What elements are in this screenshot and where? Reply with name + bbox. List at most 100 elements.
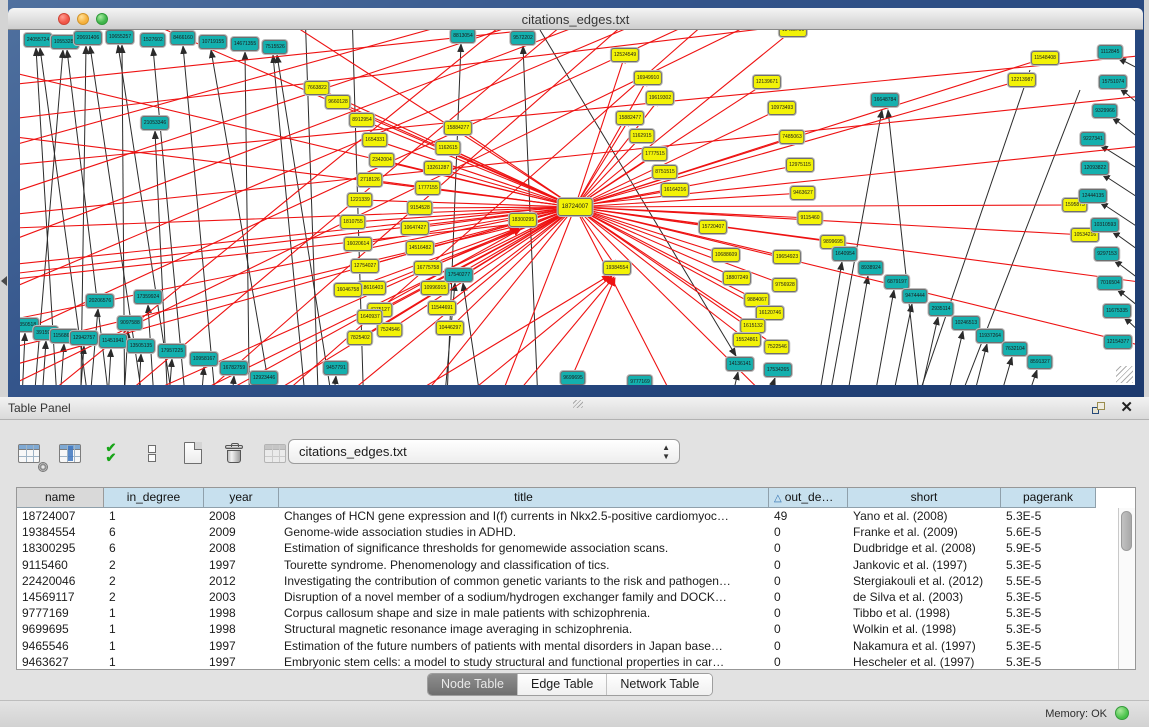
cell-name[interactable]: 22420046 [17, 573, 104, 589]
network-node[interactable]: 12093822 [1081, 161, 1109, 175]
cell-out_degree[interactable]: 0 [769, 573, 848, 589]
network-node[interactable]: 7515526 [262, 40, 287, 54]
network-node[interactable]: 9699695 [560, 371, 585, 385]
cell-in_degree[interactable]: 1 [104, 621, 204, 637]
network-node[interactable]: 16648784 [871, 93, 899, 107]
cell-year[interactable]: 2008 [204, 508, 279, 524]
table-row[interactable]: 1938455462009Genome-wide association stu… [17, 524, 1117, 540]
network-node[interactable]: 1777155 [415, 181, 440, 195]
cell-year[interactable]: 1998 [204, 621, 279, 637]
network-node[interactable]: 9227341 [1080, 132, 1105, 146]
network-node[interactable]: 1640937 [357, 310, 382, 324]
create-new-column-icon[interactable] [178, 438, 208, 468]
network-node[interactable]: 17540277 [445, 268, 473, 282]
column-header-pagerank[interactable]: pagerank [1001, 488, 1096, 508]
cell-in_degree[interactable]: 2 [104, 573, 204, 589]
network-node[interactable]: 7522546 [764, 340, 789, 354]
show-columns-icon[interactable] [55, 438, 85, 468]
tab-edge-table[interactable]: Edge Table [518, 674, 607, 695]
cell-title[interactable]: Changes of HCN gene expression and I(f) … [279, 508, 769, 524]
network-canvas[interactable]: 1872400718300295193845547663822966012889… [20, 30, 1135, 385]
network-node[interactable]: 8591327 [1027, 355, 1052, 369]
cell-name[interactable]: 9777169 [17, 605, 104, 621]
table-selector-dropdown[interactable]: citations_edges.txt ▲▼ [288, 439, 680, 464]
unselect-all-columns-icon[interactable] [137, 438, 167, 468]
network-node[interactable]: 9115460 [797, 211, 822, 225]
cell-name[interactable]: 9463627 [17, 654, 104, 669]
canvas-resize-grip[interactable] [1116, 366, 1133, 383]
cell-short[interactable]: Hescheler et al. (1997) [848, 654, 1001, 669]
collapse-left-panel-arrow[interactable] [1, 276, 7, 286]
cell-pagerank[interactable]: 5.9E-5 [1001, 540, 1096, 556]
network-node[interactable]: 9463627 [790, 186, 815, 200]
network-node[interactable]: 7663822 [304, 81, 329, 95]
network-node[interactable]: 8912954 [349, 113, 374, 127]
cell-short[interactable]: Tibbo et al. (1998) [848, 605, 1001, 621]
cell-year[interactable]: 2008 [204, 540, 279, 556]
network-node[interactable]: 16164216 [661, 183, 689, 197]
cell-year[interactable]: 1998 [204, 605, 279, 621]
cell-name[interactable]: 18724007 [17, 508, 104, 524]
network-node[interactable]: 1162615 [435, 141, 460, 155]
cell-in_degree[interactable]: 2 [104, 589, 204, 605]
cell-short[interactable]: Wolkin et al. (1998) [848, 621, 1001, 637]
network-node[interactable]: 10246513 [952, 316, 980, 330]
cell-title[interactable]: Genome-wide association studies in ADHD. [279, 524, 769, 540]
network-node[interactable]: 10996915 [421, 281, 449, 295]
cell-title[interactable]: Investigating the contribution of common… [279, 573, 769, 589]
network-node[interactable]: 1527602 [140, 33, 165, 47]
cell-out_degree[interactable]: 0 [769, 638, 848, 654]
network-hub-node[interactable]: 18724007 [558, 198, 593, 216]
network-node[interactable]: 13505135 [127, 339, 155, 353]
network-node[interactable]: 1777515 [642, 147, 667, 161]
network-node[interactable]: 1112845 [1098, 45, 1123, 59]
network-node[interactable]: 1654331 [362, 133, 387, 147]
network-node[interactable]: 11548408 [1031, 51, 1059, 65]
network-view-window[interactable]: citations_edges.txt 18724007183002951938… [8, 8, 1143, 396]
network-node[interactable]: 8813054 [450, 30, 475, 43]
network-node[interactable]: 13261287 [424, 161, 452, 175]
network-node[interactable]: 9329966 [1092, 104, 1117, 118]
network-node[interactable]: 11544691 [428, 301, 456, 315]
cell-year[interactable]: 1997 [204, 557, 279, 573]
cell-in_degree[interactable]: 6 [104, 524, 204, 540]
network-node[interactable]: 15882477 [616, 111, 644, 125]
network-node[interactable]: 9756928 [772, 278, 797, 292]
network-node[interactable]: 6879197 [884, 275, 909, 289]
table-row[interactable]: 977716911998Corpus callosum shape and si… [17, 605, 1117, 621]
network-node[interactable]: 9777169 [627, 375, 652, 385]
cell-title[interactable]: Tourette syndrome. Phenomenology and cla… [279, 557, 769, 573]
cell-title[interactable]: Estimation of the future numbers of pati… [279, 638, 769, 654]
cell-pagerank[interactable]: 5.5E-5 [1001, 573, 1096, 589]
network-node[interactable]: 19654923 [773, 250, 801, 264]
network-node[interactable]: 12444135 [1079, 189, 1107, 203]
cell-short[interactable]: Dudbridge et al. (2008) [848, 540, 1001, 556]
network-node[interactable]: 9474444 [902, 289, 927, 303]
cell-pagerank[interactable]: 5.3E-5 [1001, 654, 1096, 669]
cell-name[interactable]: 18300295 [17, 540, 104, 556]
network-node[interactable]: 1615132 [740, 319, 765, 333]
network-node[interactable]: 17359924 [134, 290, 162, 304]
cell-title[interactable]: Embryonic stem cells: a model to study s… [279, 654, 769, 669]
cell-in_degree[interactable]: 2 [104, 557, 204, 573]
network-node[interactable]: 10310593 [1091, 218, 1119, 232]
column-header-title[interactable]: title [279, 488, 769, 508]
table-row[interactable]: 1872400712008Changes of HCN gene express… [17, 508, 1117, 524]
cell-year[interactable]: 2009 [204, 524, 279, 540]
cell-name[interactable]: 14569117 [17, 589, 104, 605]
network-node[interactable]: 14516482 [406, 241, 434, 255]
cell-name[interactable]: 9115460 [17, 557, 104, 573]
cell-in_degree[interactable]: 6 [104, 540, 204, 556]
cell-in_degree[interactable]: 1 [104, 654, 204, 669]
network-node[interactable]: 20691406 [74, 31, 102, 45]
network-node[interactable]: 7485063 [779, 130, 804, 144]
cell-out_degree[interactable]: 0 [769, 621, 848, 637]
cell-pagerank[interactable]: 5.3E-5 [1001, 589, 1096, 605]
table-settings-icon[interactable] [14, 438, 44, 468]
network-node[interactable]: 9457791 [323, 361, 348, 375]
table-panel-header[interactable]: Table Panel ✕ [0, 397, 1149, 420]
network-node[interactable]: 16949910 [634, 71, 662, 85]
cell-out_degree[interactable]: 0 [769, 557, 848, 573]
network-node[interactable]: 18807249 [723, 271, 751, 285]
cell-short[interactable]: Franke et al. (2009) [848, 524, 1001, 540]
